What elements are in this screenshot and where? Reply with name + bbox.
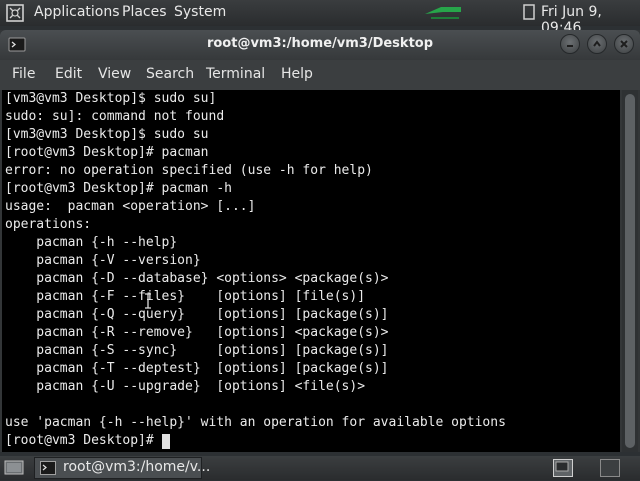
menu-view[interactable]: View bbox=[98, 66, 131, 82]
mouse-ibeam-cursor-icon bbox=[144, 293, 152, 313]
terminal-line: error: no operation specified (use -h fo… bbox=[5, 163, 373, 178]
menu-terminal[interactable]: Terminal bbox=[206, 66, 265, 82]
terminal-line: pacman {-U --upgrade} [options] <file(s)… bbox=[5, 379, 366, 394]
top-panel: Applications Places System Fri Jun 9, 09… bbox=[0, 0, 640, 36]
window-title: root@vm3:/home/vm3/Desktop bbox=[206, 36, 434, 51]
menu-help[interactable]: Help bbox=[281, 66, 313, 82]
places-menu[interactable]: Places bbox=[122, 4, 167, 20]
workspace-1-icon[interactable] bbox=[553, 459, 573, 481]
terminal-prompt-line: [root@vm3 Desktop]# bbox=[5, 433, 162, 448]
terminal-line: [vm3@vm3 Desktop]$ sudo su] bbox=[5, 91, 217, 106]
terminal-line: pacman {-R --remove} [options] <package(… bbox=[5, 325, 389, 340]
menu-search[interactable]: Search bbox=[146, 66, 194, 82]
terminal-line: pacman {-F --files} [options] [file(s)] bbox=[5, 289, 366, 304]
menu-file[interactable]: File bbox=[12, 66, 35, 82]
workspace-2-icon[interactable] bbox=[600, 459, 620, 481]
taskbar-item-terminal[interactable]: root@vm3:/home/v... bbox=[34, 457, 210, 480]
terminal-line: pacman {-Q --query} [options] [package(s… bbox=[5, 307, 389, 322]
bottom-panel: root@vm3:/home/v... bbox=[0, 456, 640, 480]
window-titlebar[interactable]: root@vm3:/home/vm3/Desktop bbox=[0, 30, 640, 60]
terminal-window: root@vm3:/home/vm3/Desktop File Edit Vie… bbox=[0, 30, 640, 452]
terminal-scrollbar[interactable] bbox=[622, 90, 638, 452]
terminal-line: [vm3@vm3 Desktop]$ sudo su bbox=[5, 127, 209, 142]
applications-menu[interactable]: Applications bbox=[34, 4, 120, 20]
terminal-icon bbox=[40, 461, 56, 480]
close-button[interactable] bbox=[614, 34, 634, 54]
terminal-line: use 'pacman {-h --help}' with an operati… bbox=[5, 415, 506, 430]
maximize-button[interactable] bbox=[587, 34, 607, 54]
terminal-output[interactable]: [vm3@vm3 Desktop]$ sudo su] sudo: su]: c… bbox=[2, 90, 620, 452]
notification-arrow-icon[interactable] bbox=[423, 2, 465, 26]
terminal-line: pacman {-V --version} bbox=[5, 253, 201, 268]
tray-indicator-icon[interactable] bbox=[523, 3, 535, 25]
minimize-icon bbox=[567, 45, 573, 47]
scrollbar-thumb[interactable] bbox=[625, 94, 635, 448]
terminal-line: pacman {-S --sync} [options] [package(s)… bbox=[5, 343, 389, 358]
terminal-line: pacman {-h --help} bbox=[5, 235, 178, 250]
maximize-icon bbox=[593, 40, 601, 47]
show-desktop-icon[interactable] bbox=[4, 459, 24, 481]
menubar: File Edit View Search Terminal Help bbox=[0, 60, 640, 90]
text-cursor bbox=[162, 434, 170, 449]
terminal-line: [root@vm3 Desktop]# pacman -h bbox=[5, 181, 232, 196]
minimize-button[interactable] bbox=[560, 34, 580, 54]
terminal-line: usage: pacman <operation> [...] bbox=[5, 199, 256, 214]
close-icon bbox=[620, 40, 628, 48]
menu-edit[interactable]: Edit bbox=[55, 66, 82, 82]
terminal-line: operations: bbox=[5, 217, 92, 232]
taskbar-item-label: root@vm3:/home/v... bbox=[63, 459, 211, 475]
terminal-line: sudo: su]: command not found bbox=[5, 109, 225, 124]
system-menu[interactable]: System bbox=[174, 4, 226, 20]
terminal-line: pacman {-T --deptest} [options] [package… bbox=[5, 361, 389, 376]
terminal-line: [root@vm3 Desktop]# pacman bbox=[5, 145, 209, 160]
distro-logo-icon[interactable] bbox=[6, 4, 24, 26]
terminal-line: pacman {-D --database} <options> <packag… bbox=[5, 271, 389, 286]
